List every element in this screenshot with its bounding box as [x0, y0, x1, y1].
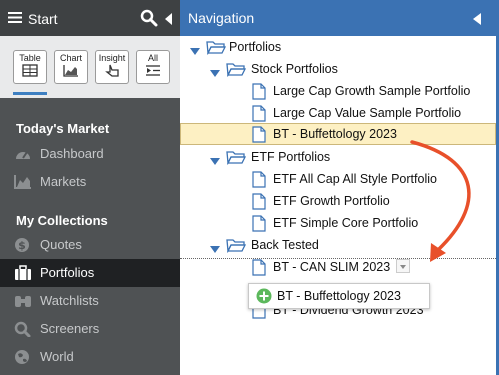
- sidebar-item-label: Dashboard: [40, 146, 104, 161]
- table-icon: [22, 64, 38, 77]
- sidebar: Start Table Chart Insight All Today's Ma…: [0, 0, 180, 375]
- section-heading-my-collections: My Collections: [16, 213, 108, 228]
- briefcase-icon: [14, 265, 32, 286]
- sidebar-item-label: Quotes: [40, 237, 82, 252]
- tile-all-label: All: [147, 53, 158, 63]
- markets-icon: [14, 174, 32, 195]
- dashboard-icon: [14, 146, 32, 167]
- list-icon: [146, 65, 160, 76]
- hamburger-icon[interactable]: [8, 11, 22, 29]
- chart-icon: [63, 65, 78, 77]
- view-tiles: Table Chart Insight All: [0, 36, 180, 98]
- sidebar-item-label: Watchlists: [40, 293, 99, 308]
- globe-icon: [14, 349, 32, 370]
- sidebar-title[interactable]: Start: [28, 11, 58, 27]
- tile-insight-label: Insight: [98, 53, 126, 63]
- sidebar-item-world[interactable]: World: [0, 343, 180, 371]
- sidebar-item-label: Screeners: [40, 321, 100, 336]
- search-icon: [14, 321, 32, 342]
- search-icon[interactable]: [140, 9, 158, 32]
- tile-all[interactable]: All: [136, 50, 170, 84]
- sidebar-item-label: Markets: [40, 174, 87, 189]
- navigation-panel: Navigation Portfolios Stock Portfolios L…: [180, 0, 499, 375]
- tile-table[interactable]: Table: [13, 50, 47, 84]
- active-tile-indicator: [13, 92, 47, 95]
- annotation-arrow-icon: [410, 140, 471, 262]
- sidebar-item-quotes[interactable]: $ Quotes: [0, 231, 180, 259]
- insight-icon: [105, 64, 119, 77]
- tile-chart[interactable]: Chart: [54, 50, 88, 84]
- svg-text:$: $: [18, 239, 26, 252]
- sidebar-item-screeners[interactable]: Screeners: [0, 315, 180, 343]
- tile-chart-label: Chart: [59, 53, 82, 63]
- sidebar-item-label: Portfolios: [40, 265, 95, 280]
- section-heading-todays-market: Today's Market: [16, 121, 110, 136]
- sidebar-item-markets[interactable]: Markets: [0, 168, 180, 196]
- collapse-left-icon[interactable]: [165, 12, 173, 30]
- sidebar-item-watchlists[interactable]: Watchlists: [0, 287, 180, 315]
- binoculars-icon: [14, 293, 32, 314]
- sidebar-item-label: World: [40, 349, 74, 364]
- sidebar-item-portfolios[interactable]: Portfolios: [0, 259, 180, 287]
- tile-insight[interactable]: Insight: [95, 50, 129, 84]
- sidebar-header: Start: [0, 0, 180, 36]
- sidebar-item-dashboard[interactable]: Dashboard: [0, 140, 180, 168]
- tile-table-label: Table: [19, 53, 41, 63]
- quotes-icon: $: [14, 237, 32, 258]
